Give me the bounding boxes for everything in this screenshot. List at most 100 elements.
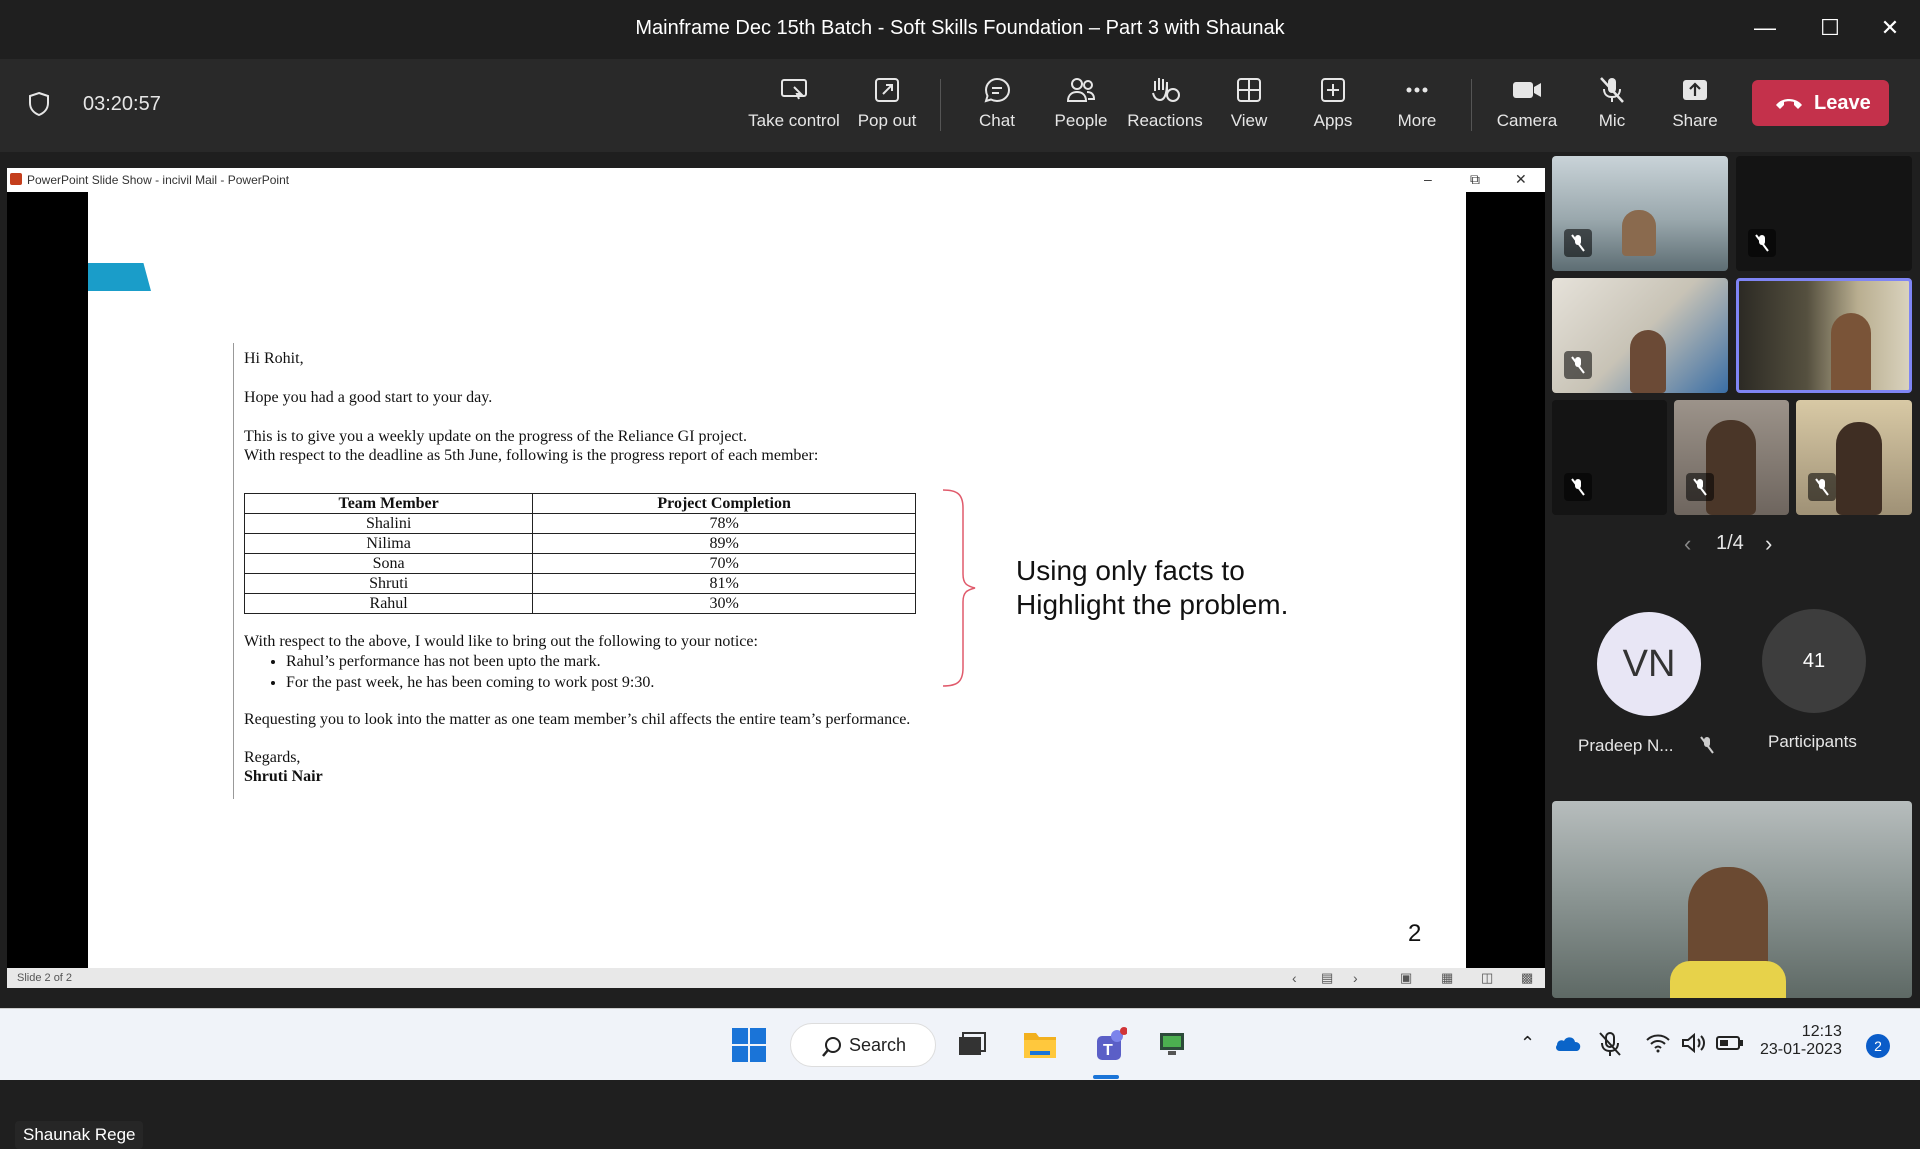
pp-restore-icon: ⧉: [1470, 171, 1480, 187]
reading-view-icon[interactable]: ◫: [1481, 970, 1493, 986]
teams-icon[interactable]: T: [1087, 1026, 1128, 1071]
brace-icon: [942, 489, 976, 687]
mic-muted-icon: [1699, 736, 1715, 759]
chat-icon: [984, 77, 1011, 103]
slide-callout: Using only facts to Highlight the proble…: [1016, 555, 1289, 620]
chat-button[interactable]: Chat: [963, 75, 1031, 141]
email-document: Hi Rohit, Hope you had a good start to y…: [233, 343, 1033, 799]
share-button[interactable]: Share: [1665, 75, 1725, 141]
people-button[interactable]: People: [1047, 75, 1115, 141]
mic-muted-icon: [1564, 351, 1592, 379]
participant-video-tile[interactable]: [1674, 400, 1789, 515]
participant-video-tile[interactable]: [1552, 400, 1667, 515]
task-view-icon[interactable]: [955, 1029, 987, 1066]
share-icon: [1683, 80, 1707, 100]
view-button[interactable]: View: [1217, 75, 1281, 141]
onedrive-icon[interactable]: [1554, 1033, 1582, 1058]
self-video-tile[interactable]: [1552, 801, 1912, 998]
gallery-page-indicator: 1/4: [1716, 532, 1744, 554]
notice-intro: With respect to the above, I would like …: [244, 633, 758, 650]
take-control-icon: [781, 79, 807, 100]
slide: Hi Rohit, Hope you had a good start to y…: [88, 192, 1466, 968]
greeting: Hi Rohit,: [244, 350, 304, 367]
regards: Regards,: [244, 749, 301, 766]
powerpoint-icon: [10, 173, 22, 185]
windows-start-icon[interactable]: [731, 1027, 767, 1068]
file-explorer-icon[interactable]: [1022, 1027, 1058, 1066]
pp-minimize-icon: –: [1424, 171, 1432, 187]
take-control-button[interactable]: Take control: [748, 75, 840, 141]
previous-slide-icon[interactable]: ‹: [1292, 970, 1297, 986]
mic-muted-icon[interactable]: [1598, 1031, 1622, 1062]
view-grid-icon: [1237, 78, 1261, 102]
slide-accent-shape: [88, 263, 151, 291]
table-row: Nilima 89%: [243, 533, 916, 554]
next-page-icon[interactable]: ›: [1765, 531, 1772, 557]
apps-button[interactable]: Apps: [1301, 75, 1365, 141]
people-icon: [1066, 78, 1096, 102]
chevron-up-icon[interactable]: ⌃: [1520, 1033, 1535, 1054]
battery-icon[interactable]: [1716, 1035, 1744, 1056]
table-header: Project Completion: [532, 493, 916, 514]
wifi-icon[interactable]: [1645, 1033, 1671, 1058]
window-title: Mainframe Dec 15th Batch - Soft Skills F…: [635, 17, 1285, 39]
progress-table: Team Member Project Completion Shalini 78…: [243, 493, 916, 614]
slide-menu-icon[interactable]: ▤: [1321, 970, 1333, 986]
powerpoint-title-bar: PowerPoint Slide Show - incivil Mail - P…: [7, 168, 1545, 192]
title-bar: Mainframe Dec 15th Batch - Soft Skills F…: [0, 0, 1920, 59]
participant-silhouette: [1622, 210, 1656, 256]
participant-video-tile[interactable]: [1552, 278, 1728, 393]
mic-muted-icon: [1600, 77, 1624, 103]
participant-silhouette: [1836, 422, 1882, 515]
active-speaker-tile[interactable]: [1736, 278, 1912, 393]
meeting-toolbar: 03:20:57 Take control Pop out Chat Peopl…: [0, 59, 1920, 152]
taskbar-search[interactable]: Search: [790, 1023, 936, 1067]
notification-badge[interactable]: 2: [1866, 1034, 1890, 1058]
mic-muted-icon: [1564, 473, 1592, 501]
next-slide-icon[interactable]: ›: [1353, 970, 1358, 986]
more-dots-icon: [1406, 87, 1428, 93]
table-row: Shruti 81%: [243, 573, 916, 594]
powerpoint-status-bar: Slide 2 of 2 ‹ ▤ › ▣ ▦ ◫ ▩: [7, 968, 1545, 988]
participants-count-button[interactable]: 41: [1762, 609, 1866, 713]
table-header: Team Member: [243, 493, 534, 514]
more-button[interactable]: More: [1385, 75, 1449, 141]
taskbar: Search T ⌃ 12:13 23-01-2023 2: [0, 1008, 1920, 1080]
slide-sorter-icon[interactable]: ▦: [1441, 970, 1453, 986]
pop-out-button[interactable]: Pop out: [852, 75, 922, 141]
list-item: For the past week, he has been coming to…: [286, 674, 654, 692]
remote-desktop-icon[interactable]: [1157, 1029, 1187, 1064]
hang-up-icon: [1776, 99, 1802, 109]
leave-button[interactable]: Leave: [1752, 80, 1889, 126]
mic-muted-icon: [1686, 473, 1714, 501]
camera-button[interactable]: Camera: [1490, 75, 1564, 141]
minimize-button[interactable]: —: [1745, 12, 1785, 44]
active-app-indicator: [1093, 1075, 1119, 1079]
mic-button[interactable]: Mic: [1583, 75, 1641, 141]
mic-muted-icon: [1808, 473, 1836, 501]
previous-page-icon[interactable]: ‹: [1684, 531, 1691, 557]
signature: Shruti Nair: [244, 768, 323, 785]
table-row: Rahul 30%: [243, 593, 916, 614]
close-button[interactable]: ✕: [1870, 12, 1910, 44]
participants-label: Participants: [1768, 732, 1857, 751]
pop-out-icon: [875, 78, 899, 102]
participant-video-tile[interactable]: [1552, 156, 1728, 271]
slide-number: 2: [1408, 920, 1422, 947]
system-clock[interactable]: 12:13 23-01-2023: [1760, 1023, 1842, 1059]
maximize-button[interactable]: ☐: [1810, 12, 1850, 44]
avatar[interactable]: VN: [1597, 612, 1701, 716]
volume-icon[interactable]: [1681, 1032, 1707, 1058]
reactions-button[interactable]: Reactions: [1126, 75, 1204, 141]
normal-view-icon[interactable]: ▣: [1400, 970, 1412, 986]
slideshow-icon[interactable]: ▩: [1521, 970, 1533, 986]
shield-icon: [28, 91, 50, 122]
participant-silhouette: [1630, 330, 1666, 393]
list-item: Rahul’s performance has not been upto th…: [286, 653, 654, 671]
presenter-name-tag: Shaunak Rege: [15, 1121, 144, 1149]
pp-close-icon: ✕: [1515, 171, 1527, 187]
participant-video-tile[interactable]: [1796, 400, 1912, 515]
notice-list: Rahul’s performance has not been upto th…: [286, 653, 654, 695]
slide-counter: Slide 2 of 2: [17, 972, 73, 984]
participant-video-tile[interactable]: [1736, 156, 1912, 271]
